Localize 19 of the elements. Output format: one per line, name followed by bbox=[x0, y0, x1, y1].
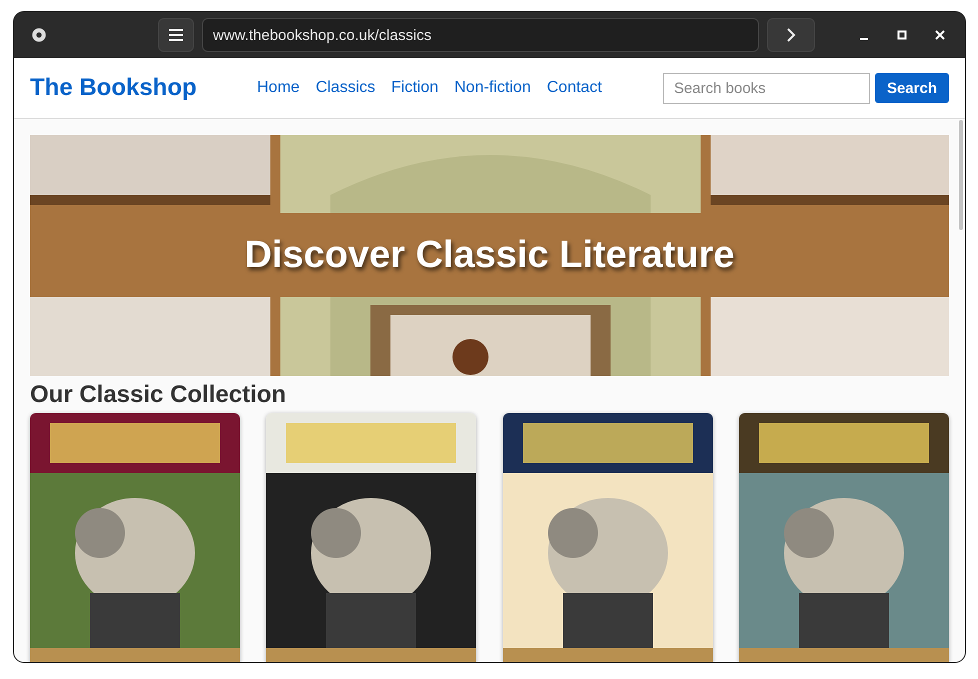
maximize-icon bbox=[897, 30, 907, 40]
address-bar[interactable]: www.thebookshop.co.uk/classics bbox=[202, 18, 759, 52]
menu-button[interactable] bbox=[158, 18, 194, 52]
hero-title: Discover Classic Literature bbox=[244, 234, 734, 277]
forward-button[interactable] bbox=[767, 18, 815, 52]
nav-link[interactable]: Fiction bbox=[391, 79, 438, 97]
minimize-icon bbox=[859, 38, 869, 40]
search-button[interactable]: Search bbox=[874, 73, 949, 103]
nav-link[interactable]: Home bbox=[257, 79, 300, 97]
scrollbar[interactable] bbox=[959, 120, 963, 230]
menu-icon bbox=[168, 28, 184, 42]
chevron-right-icon bbox=[786, 27, 796, 43]
nav-link[interactable]: Classics bbox=[316, 79, 376, 97]
nav-link[interactable]: Non-fiction bbox=[454, 79, 531, 97]
site-logo[interactable]: The Bookshop bbox=[30, 74, 257, 102]
nav-link[interactable]: Contact bbox=[546, 79, 602, 97]
search-field[interactable]: Search books bbox=[662, 72, 870, 104]
close-icon bbox=[935, 30, 945, 40]
section-title: Our Classic Collection bbox=[30, 381, 288, 409]
